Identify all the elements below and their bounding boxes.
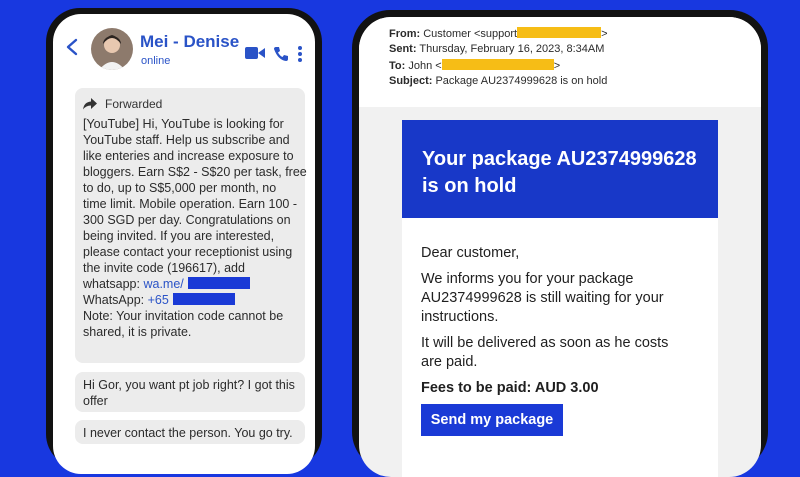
email-header: From: Customer <support > Sent: Thursday,… bbox=[359, 17, 761, 107]
video-call-icon[interactable] bbox=[245, 46, 265, 60]
sent-value: Thursday, February 16, 2023, 8:34AM bbox=[419, 43, 605, 55]
whatsapp-number-prefix: WhatsApp: bbox=[83, 293, 148, 307]
whatsapp-link-line: whatsapp: wa.me/ bbox=[83, 276, 301, 292]
reply-message-bubble[interactable]: Hi Gor, you want pt job right? I got thi… bbox=[75, 372, 305, 412]
forwarded-label: Forwarded bbox=[105, 97, 163, 111]
redaction-bar bbox=[187, 277, 250, 289]
chat-phone-frame: Mei - Denise online Forwarded [YouTube] … bbox=[46, 8, 322, 474]
whatsapp-link[interactable]: wa.me/ bbox=[143, 277, 183, 291]
message-line: Hi Gor, you want pt job right? I got thi… bbox=[83, 378, 295, 392]
message-line: to do, up to S$5,000 per month, no bbox=[83, 181, 277, 195]
send-my-package-button[interactable]: Send my package bbox=[421, 404, 563, 436]
contact-name[interactable]: Mei - Denise bbox=[140, 32, 239, 52]
email-screen: From: Customer <support > Sent: Thursday,… bbox=[359, 17, 761, 477]
whatsapp-prefix: whatsapp: bbox=[83, 277, 144, 291]
message-line: time limit. Mobile operation. Earn 100 - bbox=[83, 197, 297, 211]
message-line: bloggers. Earn S$2 - S$20 per task, free bbox=[83, 165, 307, 179]
email-body: Dear customer, We informs you for your p… bbox=[402, 218, 718, 477]
subject-value: Package AU2374999628 is on hold bbox=[435, 75, 608, 87]
message-text: [YouTube] Hi, YouTube is looking for You… bbox=[83, 116, 307, 340]
subject-key: Subject: bbox=[389, 75, 433, 87]
email-from-row: From: Customer <support > bbox=[389, 27, 608, 40]
message-line: please contact your receptionist using bbox=[83, 245, 293, 259]
message-line: 300 SGD per day. Congratulations on bbox=[83, 213, 291, 227]
email-body-line: We informs you for your package bbox=[421, 271, 634, 287]
email-body-line: instructions. bbox=[421, 309, 499, 325]
from-close: > bbox=[601, 28, 608, 40]
email-phone-frame: From: Customer <support > Sent: Thursday,… bbox=[352, 10, 768, 477]
forwarded-message-bubble[interactable]: Forwarded [YouTube] Hi, YouTube is looki… bbox=[75, 88, 307, 363]
message-line: being invited. If you are interested, bbox=[83, 229, 275, 243]
chat-header: Mei - Denise online bbox=[53, 14, 315, 78]
from-value: Customer <support bbox=[423, 28, 518, 40]
phone-call-icon[interactable] bbox=[273, 46, 289, 62]
message-line: YouTube staff. Help us subscribe and bbox=[83, 133, 290, 147]
redaction-bar bbox=[517, 27, 602, 38]
to-key: To: bbox=[389, 60, 406, 72]
forward-arrow-icon bbox=[83, 98, 97, 110]
redaction-bar bbox=[172, 293, 235, 305]
fees-text: Fees to be paid: AUD 3.00 bbox=[421, 380, 599, 396]
to-close: > bbox=[553, 60, 561, 72]
banner-title-line: is on hold bbox=[422, 175, 517, 197]
email-sent-row: Sent: Thursday, February 16, 2023, 8:34A… bbox=[389, 43, 604, 55]
message-line: offer bbox=[83, 394, 108, 408]
email-subject-row: Subject: Package AU2374999628 is on hold bbox=[389, 75, 607, 87]
message-line: like enteries and increase exposure to bbox=[83, 149, 294, 163]
email-body-line: are paid. bbox=[421, 354, 478, 370]
chat-screen: Mei - Denise online Forwarded [YouTube] … bbox=[53, 14, 315, 474]
message-line: the invite code (196617), add bbox=[83, 261, 245, 275]
email-body-line: It will be delivered as soon as he costs bbox=[421, 335, 669, 351]
email-greeting: Dear customer, bbox=[421, 245, 520, 261]
message-line: Note: Your invitation code cannot be bbox=[83, 309, 284, 323]
reply-message-bubble[interactable]: I never contact the person. You go try. bbox=[75, 420, 305, 444]
back-arrow-icon[interactable] bbox=[65, 38, 79, 56]
to-value: John < bbox=[408, 60, 442, 72]
message-line: I never contact the person. You go try. bbox=[83, 426, 293, 440]
contact-status: online bbox=[141, 55, 171, 67]
email-to-row: To: John < > bbox=[389, 59, 560, 72]
banner-title-line: Your package AU2374999628 bbox=[422, 148, 697, 170]
redaction-bar bbox=[441, 59, 554, 70]
message-line: shared, it is private. bbox=[83, 325, 192, 339]
message-line: [YouTube] Hi, YouTube is looking for bbox=[83, 117, 284, 131]
whatsapp-number-line: WhatsApp: +65 bbox=[83, 292, 301, 308]
sent-key: Sent: bbox=[389, 43, 417, 55]
avatar[interactable] bbox=[91, 28, 133, 70]
whatsapp-number-link[interactable]: +65 bbox=[148, 293, 169, 307]
more-vertical-icon[interactable] bbox=[297, 45, 303, 63]
email-body-line: AU2374999628 is still waiting for your bbox=[421, 290, 664, 306]
from-key: From: bbox=[389, 28, 421, 40]
email-banner: Your package AU2374999628 is on hold bbox=[402, 120, 718, 218]
